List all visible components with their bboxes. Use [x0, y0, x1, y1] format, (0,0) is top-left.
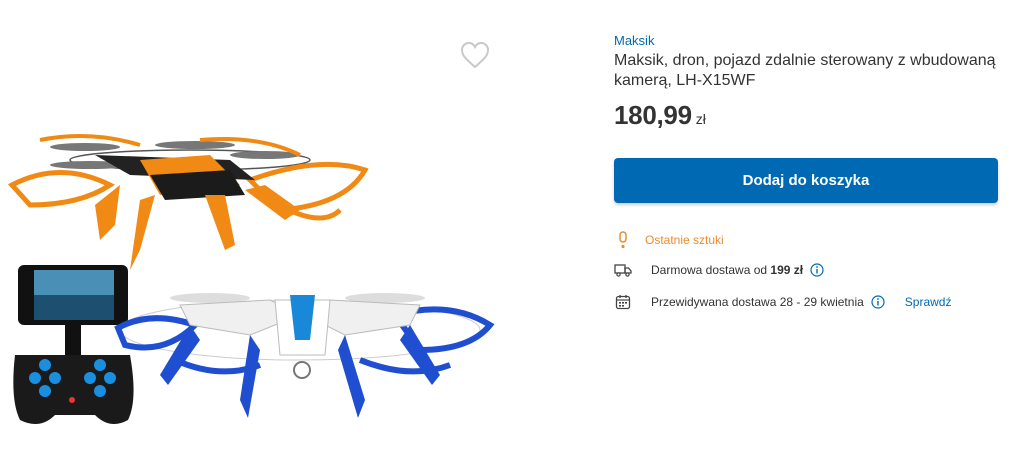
- info-icon[interactable]: [810, 263, 824, 277]
- free-shipping-threshold: 199 zł: [770, 263, 804, 277]
- stock-label: Ostatnie sztuki: [645, 233, 724, 247]
- product-title: Maksik, dron, pojazd zdalnie sterowany z…: [614, 52, 996, 89]
- calendar-icon: [614, 293, 632, 311]
- blue-drone-illustration: [114, 293, 495, 418]
- product-gallery: [0, 0, 520, 469]
- exclamation-icon: [614, 231, 632, 249]
- check-delivery-link[interactable]: Sprawdź: [905, 295, 952, 309]
- price-value: 180,99: [614, 100, 692, 130]
- truck-icon: [614, 261, 632, 279]
- free-shipping-text: Darmowa dostawa od 199 zł: [651, 263, 803, 277]
- product-image[interactable]: [0, 100, 510, 440]
- stock-status: Ostatnie sztuki: [614, 230, 724, 250]
- expected-delivery-info: Przewidywana dostawa 28 - 29 kwietnia Sp…: [614, 292, 951, 312]
- price: 180,99 zł: [614, 100, 706, 131]
- free-shipping-info: Darmowa dostawa od 199 zł: [614, 260, 824, 280]
- brand-link[interactable]: Maksik: [614, 33, 654, 48]
- free-shipping-prefix: Darmowa dostawa od: [651, 263, 768, 277]
- price-currency: zł: [695, 111, 706, 127]
- expected-delivery-label: Przewidywana dostawa 28 - 29 kwietnia: [651, 295, 864, 309]
- controller-illustration: [13, 265, 134, 424]
- heart-icon: [460, 41, 490, 69]
- add-to-cart-button[interactable]: Dodaj do koszyka: [614, 158, 998, 203]
- info-icon[interactable]: [871, 295, 885, 309]
- orange-drone-illustration: [7, 134, 369, 270]
- wishlist-button[interactable]: [459, 40, 491, 70]
